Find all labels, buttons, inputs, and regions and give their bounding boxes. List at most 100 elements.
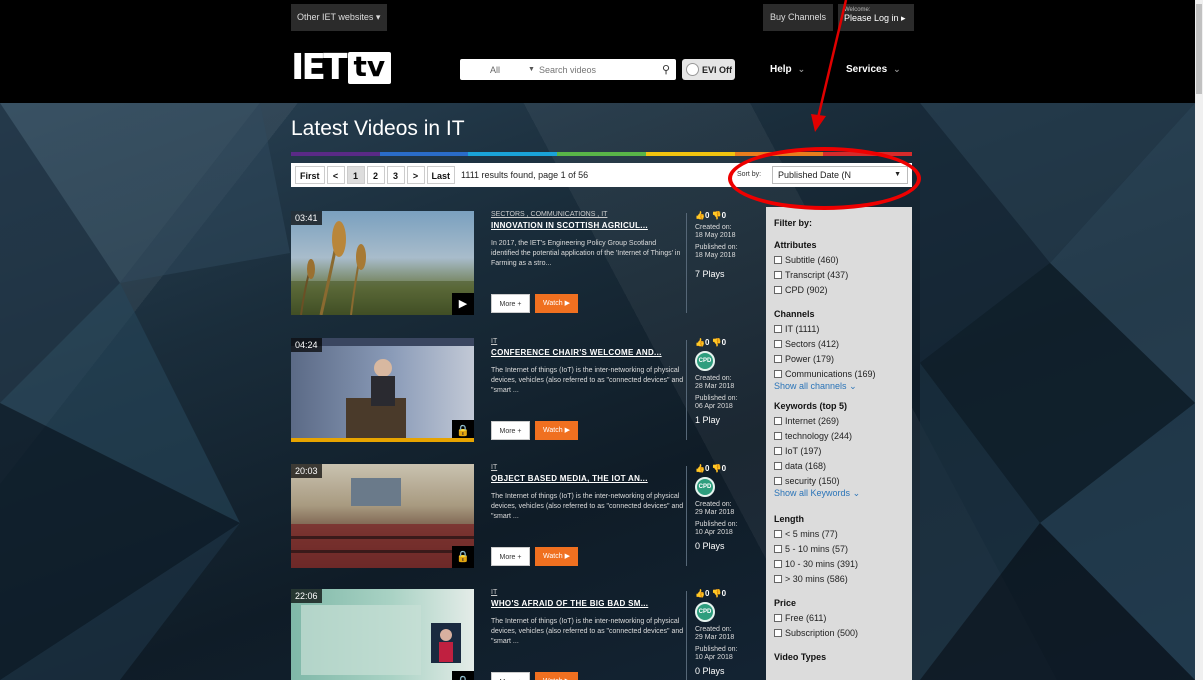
filter-option[interactable]: IT (1111) [774, 321, 904, 336]
page-button-1[interactable]: 1 [346, 166, 365, 184]
checkbox[interactable] [774, 628, 782, 637]
checkbox[interactable] [774, 339, 782, 348]
filter-option[interactable]: Free (611) [774, 610, 904, 625]
checkbox[interactable] [774, 431, 782, 440]
checkbox[interactable] [774, 559, 782, 568]
checkbox[interactable] [774, 354, 782, 363]
video-title[interactable]: OBJECT BASED MEDIA, THE IOT AN... [491, 474, 686, 483]
thumbs-down-icon[interactable]: 👎 [712, 464, 722, 473]
video-actions: More + Watch ▶ [491, 294, 578, 313]
next-page-button[interactable]: > [406, 166, 425, 184]
login-box[interactable]: Welcome: Please Log in ▸ [838, 4, 914, 31]
filter-option[interactable]: Internet (269) [774, 413, 904, 428]
video-tags[interactable]: IT [491, 589, 686, 596]
more-button[interactable]: More + [491, 547, 530, 566]
video-title[interactable]: WHO'S AFRAID OF THE BIG BAD SM... [491, 599, 686, 608]
video-tags[interactable]: IT [491, 464, 686, 471]
filter-option[interactable]: < 5 mins (77) [774, 526, 904, 541]
checkbox[interactable] [774, 529, 782, 538]
play-icon[interactable]: ▶ [452, 293, 474, 315]
more-button[interactable]: More + [491, 421, 530, 440]
show-all-keywords-link[interactable]: Show all Keywords ⌄ [774, 488, 904, 502]
published-date: Published on: 10 Apr 2018 [695, 521, 747, 537]
rainbow-segment [468, 152, 558, 156]
buy-channels-button[interactable]: Buy Channels [763, 4, 833, 31]
prev-page-button[interactable]: < [326, 166, 345, 184]
checkbox[interactable] [774, 613, 782, 622]
checkbox[interactable] [774, 255, 782, 264]
video-title[interactable]: INNOVATION IN SCOTTISH AGRICUL... [491, 221, 686, 230]
created-value: 28 Mar 2018 [695, 383, 735, 390]
page-button-2[interactable]: 2 [366, 166, 385, 184]
watch-button[interactable]: Watch ▶ [535, 547, 578, 566]
thumbs-up-icon[interactable]: 👍 [695, 589, 705, 598]
checkbox[interactable] [774, 461, 782, 470]
checkbox[interactable] [774, 544, 782, 553]
video-thumbnail[interactable]: 20:03 🔒 [291, 464, 474, 568]
video-thumbnail[interactable]: 22:06 🔒 [291, 589, 474, 680]
filter-option[interactable]: 5 - 10 mins (57) [774, 541, 904, 556]
lock-icon: 🔒 [452, 546, 474, 568]
checkbox[interactable] [774, 574, 782, 583]
progress-bar [291, 438, 474, 442]
cpd-badge-icon: CPD [695, 351, 715, 371]
filter-option[interactable]: > 30 mins (586) [774, 571, 904, 586]
checkbox[interactable] [774, 324, 782, 333]
more-button[interactable]: More + [491, 672, 530, 680]
filter-option[interactable]: Power (179) [774, 351, 904, 366]
thumbs-up-icon[interactable]: 👍 [695, 338, 705, 347]
thumbs-up-icon[interactable]: 👍 [695, 211, 705, 220]
search-input[interactable] [538, 60, 656, 79]
scrollbar-thumb[interactable] [1196, 4, 1202, 94]
last-page-button[interactable]: Last [426, 166, 456, 184]
thumbs-down-icon[interactable]: 👎 [712, 211, 722, 220]
search-icon[interactable]: ⚲ [656, 63, 676, 76]
video-thumbnail[interactable]: 03:41 ▶ [291, 211, 474, 315]
video-tags[interactable]: SECTORS , COMMUNICATIONS , IT [491, 211, 686, 218]
page-button-3[interactable]: 3 [386, 166, 405, 184]
filter-option[interactable]: IoT (197) [774, 443, 904, 458]
filter-option[interactable]: Subtitle (460) [774, 252, 904, 267]
thumbs-down-icon[interactable]: 👎 [712, 338, 722, 347]
filter-option[interactable]: Subscription (500) [774, 625, 904, 640]
checkbox[interactable] [774, 270, 782, 279]
checkbox[interactable] [774, 369, 782, 378]
search-scope-select[interactable]: All [460, 65, 528, 75]
filter-option[interactable]: security (150) [774, 473, 904, 488]
filter-option[interactable]: data (168) [774, 458, 904, 473]
scrollbar[interactable] [1195, 0, 1203, 680]
checkbox[interactable] [774, 285, 782, 294]
iet-tv-logo[interactable]: IET tv [291, 50, 392, 86]
watch-button[interactable]: Watch ▶ [535, 294, 578, 313]
video-tags[interactable]: IT [491, 338, 686, 345]
login-link[interactable]: Please Log in ▸ [844, 13, 914, 24]
nav-services[interactable]: Services ⌄ [846, 64, 901, 75]
first-page-button[interactable]: First [295, 166, 325, 184]
nav-help[interactable]: Help ⌄ [770, 64, 805, 75]
video-thumbnail[interactable]: 04:24 🔒 [291, 338, 474, 442]
video-title[interactable]: CONFERENCE CHAIR'S WELCOME AND... [491, 348, 686, 357]
filter-option[interactable]: Transcript (437) [774, 267, 904, 282]
filter-option[interactable]: Sectors (412) [774, 336, 904, 351]
filter-option[interactable]: CPD (902) [774, 282, 904, 297]
show-all-channels-link[interactable]: Show all channels ⌄ [774, 381, 904, 395]
more-button[interactable]: More + [491, 294, 530, 313]
watch-button[interactable]: Watch ▶ [535, 672, 578, 680]
evi-toggle[interactable]: EVI Off [682, 59, 735, 80]
checkbox[interactable] [774, 416, 782, 425]
divider [686, 213, 687, 313]
thumbs-up-icon[interactable]: 👍 [695, 464, 705, 473]
filter-option-label: IT (1111) [785, 323, 820, 334]
filter-option[interactable]: 10 - 30 mins (391) [774, 556, 904, 571]
checkbox[interactable] [774, 446, 782, 455]
watch-button[interactable]: Watch ▶ [535, 421, 578, 440]
video-description: The Internet of things (IoT) is the inte… [491, 618, 684, 645]
video-actions: More + Watch ▶ [491, 547, 578, 566]
created-value: 29 Mar 2018 [695, 509, 735, 516]
other-iet-websites-dropdown[interactable]: Other IET websites ▾ [291, 4, 387, 31]
thumbs-down-icon[interactable]: 👎 [712, 589, 722, 598]
filter-option[interactable]: Communications (169) [774, 366, 904, 381]
filter-option[interactable]: technology (244) [774, 428, 904, 443]
checkbox[interactable] [774, 476, 782, 485]
divider [686, 340, 687, 440]
